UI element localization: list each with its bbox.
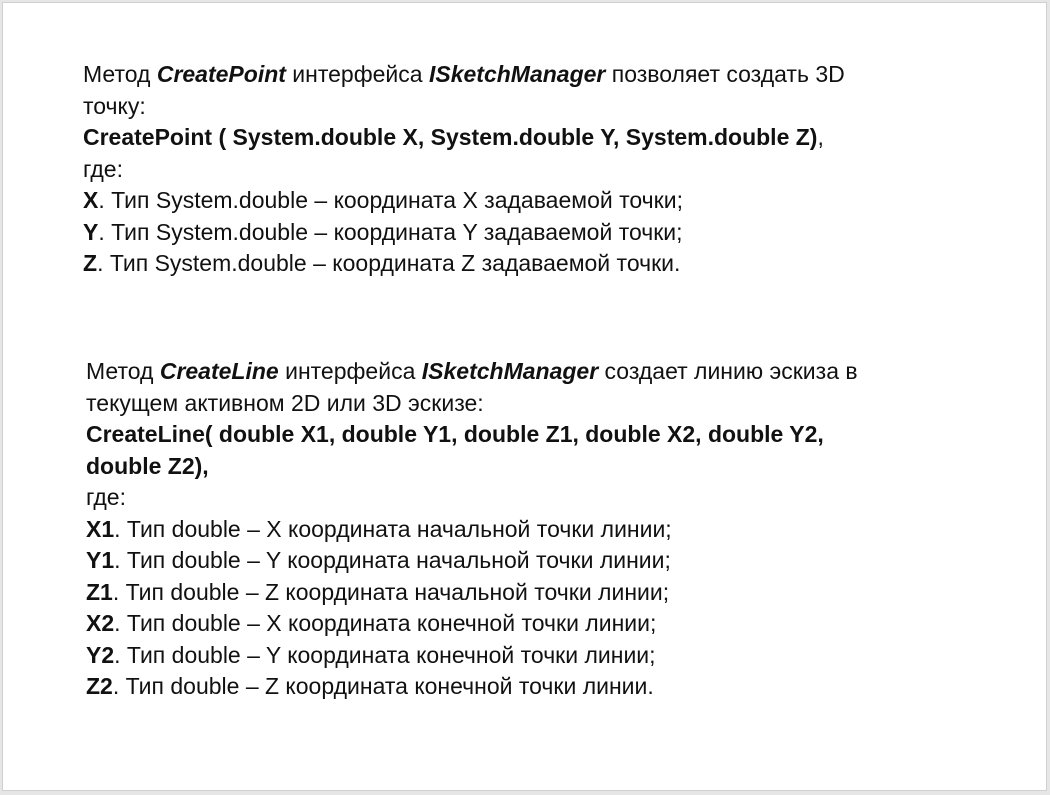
param-item: Z2. Тип double – Z координата конечной т… (86, 671, 858, 703)
create-point-section: Метод CreatePoint интерфейса ISketchMana… (83, 59, 845, 280)
intro-line-1: Метод CreateLine интерфейса ISketchManag… (86, 356, 858, 388)
param-item: Y2. Тип double – Y координата конечной т… (86, 640, 858, 672)
param-item: Y. Тип System.double – координата Y зада… (83, 217, 845, 249)
param-desc: . Тип double – Z координата конечной точ… (112, 673, 654, 699)
create-line-section: Метод CreateLine интерфейса ISketchManag… (86, 356, 858, 703)
param-name: Y1 (86, 547, 115, 573)
param-desc: . Тип double – X координата конечной точ… (114, 610, 657, 636)
method-signature-line-2: double Z2), (86, 452, 209, 479)
param-desc: . Тип double – X координата начальной то… (114, 515, 672, 542)
intro-text: интерфейса (285, 61, 429, 87)
param-name: X (83, 187, 99, 213)
param-desc: . Тип System.double – координата Z задав… (97, 250, 681, 276)
param-name: Z2 (86, 673, 113, 699)
param-item: Y1. Тип double – Y координата начальной … (86, 545, 858, 577)
where-label: где: (83, 155, 123, 182)
param-desc: . Тип System.double – координата Y задав… (98, 218, 683, 245)
intro-text: создает линию эскиза в (598, 358, 858, 384)
method-name: CreateLine (159, 358, 279, 384)
intro-text: позволяет создать 3D (605, 61, 845, 87)
where-label: где: (86, 484, 126, 510)
intro-line-2: точку: (83, 92, 146, 119)
intro-text: интерфейса (278, 358, 422, 384)
interface-name: ISketchManager (428, 61, 606, 87)
param-name: Y (83, 218, 99, 245)
param-item: Z1. Тип double – Z координата начальной … (86, 577, 858, 609)
method-signature: CreatePoint ( System.double X, System.do… (83, 124, 818, 150)
param-desc: . Тип double – Z координата начальной то… (112, 578, 670, 605)
param-desc: . Тип System.double – координата X задав… (98, 187, 683, 213)
param-item: Z. Тип System.double – координата Z зада… (83, 248, 845, 280)
param-item: X2. Тип double – X координата конечной т… (86, 608, 858, 640)
interface-name: ISketchManager (421, 358, 599, 384)
signature-tail: , (817, 124, 824, 150)
param-desc: . Тип double – Y координата начальной то… (114, 547, 671, 573)
param-name: Z (83, 250, 98, 276)
method-name: CreatePoint (156, 61, 286, 87)
param-name: Y2 (86, 641, 115, 668)
intro-text: Метод (83, 61, 157, 87)
method-signature-line-1: CreateLine( double X1, double Y1, double… (86, 421, 824, 447)
intro-line-2: текущем активном 2D или 3D эскизе: (86, 389, 484, 416)
param-name: X2 (86, 610, 115, 636)
param-name: X1 (86, 515, 115, 542)
intro-text: Метод (86, 358, 160, 384)
intro-line-1: Метод CreatePoint интерфейса ISketchMana… (83, 59, 845, 91)
slide: Метод CreatePoint интерфейса ISketchMana… (2, 2, 1047, 791)
param-item: X1. Тип double – X координата начальной … (86, 514, 858, 546)
signature-line: CreatePoint ( System.double X, System.do… (83, 122, 845, 154)
param-item: X. Тип System.double – координата X зада… (83, 185, 845, 217)
param-desc: . Тип double – Y координата конечной точ… (114, 641, 656, 668)
param-name: Z1 (86, 578, 113, 605)
